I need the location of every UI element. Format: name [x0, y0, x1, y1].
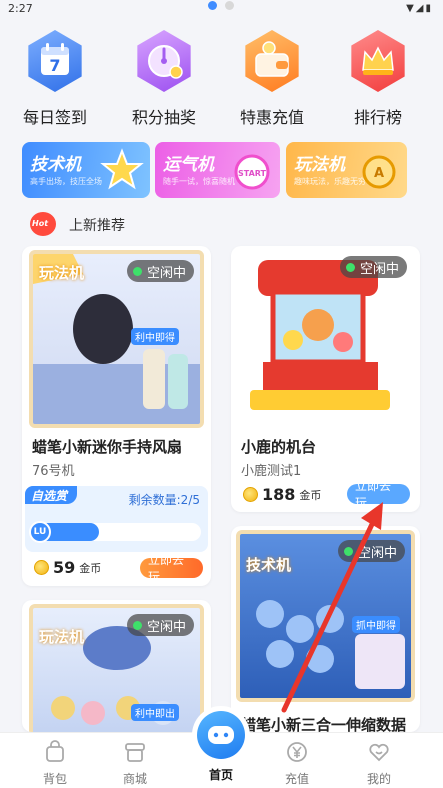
banner-title: 玩法机	[294, 155, 345, 175]
price-unit: 金币	[79, 561, 102, 575]
level-badge: LU	[29, 521, 51, 543]
tab-label: 我的	[366, 772, 391, 786]
status-text: 空闲中	[146, 619, 186, 635]
product-subtitle: 76号机	[32, 464, 75, 479]
status-dot	[132, 266, 142, 276]
banner-subtitle: 高手出场，技压全场	[30, 177, 102, 186]
banner-title: 运气机	[163, 155, 214, 175]
tab-label: 首页	[208, 768, 233, 782]
calendar-day: 7	[49, 56, 61, 75]
price-value: 59	[53, 558, 76, 577]
tab-recharge[interactable]: 充值	[257, 733, 337, 787]
progress-bar	[31, 523, 201, 541]
product-image: 玩法机 利中即出 空闲中	[29, 604, 204, 732]
quick-actions: 7 每日签到 积分抽奖 特惠充值 排行榜	[0, 28, 443, 132]
tab-label: 商城	[122, 772, 147, 786]
play-now-button[interactable]: 立即去玩	[347, 479, 410, 510]
quick-action-recharge[interactable]: 特惠充值	[222, 28, 322, 128]
quick-action-label: 每日签到	[22, 108, 87, 127]
crown-icon	[347, 30, 409, 92]
thumb-tag: 利中即得	[131, 328, 179, 345]
store-icon	[125, 743, 145, 762]
hot-badge-text: Hot	[32, 219, 49, 228]
medal-icon: A	[362, 155, 396, 189]
quick-action-checkin[interactable]: 7 每日签到	[5, 28, 105, 128]
status-dot	[132, 620, 142, 630]
product-image: 技术机 抓中即得 空闲中	[236, 530, 415, 702]
thumb-tag: 利中即出	[131, 704, 179, 721]
banner-play-machine[interactable]: 玩法机 趣味玩法，乐趣无穷 A	[286, 142, 407, 198]
product-image: 玩法机 利中即得 空闲中	[29, 250, 204, 428]
status-badge: 空闲中	[337, 540, 405, 562]
banner-subtitle: 随手一试，惊喜随机	[163, 177, 235, 186]
price-value: 188	[262, 485, 296, 504]
thumb-badge: 技术机	[246, 556, 292, 574]
quick-action-label: 积分抽奖	[131, 108, 196, 127]
quick-action-label: 排行榜	[353, 108, 402, 127]
play-now-button[interactable]: 立即去玩	[140, 553, 203, 584]
self-pick-panel: 自选赏 剩余数量:2/5 LU	[25, 486, 208, 552]
tab-profile[interactable]: 我的	[339, 733, 419, 787]
status-time: 2:27	[8, 2, 33, 15]
quick-action-ranking[interactable]: 排行榜	[328, 28, 428, 128]
price: 59 金币	[34, 558, 101, 577]
tab-label: 背包	[42, 772, 67, 786]
tab-bag[interactable]: 背包	[15, 733, 95, 787]
status-badge: 空闲中	[126, 260, 194, 282]
hot-badge: Hot	[28, 210, 58, 236]
status-icons: ▼◢▮	[406, 3, 433, 14]
home-button[interactable]	[192, 706, 250, 764]
calendar-icon: 7	[24, 30, 86, 92]
thumb-badge: 玩法机	[39, 628, 85, 646]
banner-skill-machine[interactable]: 技术机 高手出场，技压全场	[22, 142, 150, 198]
status-text: 空闲中	[359, 261, 399, 277]
section-title: 上新推荐	[69, 218, 125, 234]
product-subtitle: 小鹿测试1	[241, 464, 302, 479]
status-dot	[345, 262, 355, 272]
status-badge: 空闲中	[126, 614, 194, 636]
quick-action-lottery[interactable]: 积分抽奖	[114, 28, 214, 128]
status-text: 空闲中	[357, 545, 397, 561]
page-dot-active	[208, 1, 217, 10]
status-text: 空闲中	[146, 265, 186, 281]
product-card[interactable]: 空闲中 小鹿的机台 小鹿测试1 188 金币 立即去玩	[231, 246, 420, 512]
product-title: 蜡笔小新三合一伸缩数据	[241, 716, 407, 732]
status-dot	[343, 546, 353, 556]
status-badge: 空闲中	[339, 256, 407, 278]
page-dot	[225, 1, 234, 10]
heart-profile-icon	[369, 743, 389, 762]
alarm-clock-icon: START	[234, 154, 270, 190]
product-image: 空闲中	[238, 250, 413, 422]
banner-title: 技术机	[30, 155, 81, 175]
price-unit: 金币	[299, 488, 322, 502]
thumb-badge: 玩法机	[39, 264, 85, 282]
product-card[interactable]: 玩法机 利中即出 空闲中	[22, 600, 211, 732]
bag-icon	[46, 740, 64, 762]
banner-subtitle: 趣味玩法，乐趣无穷	[294, 177, 366, 186]
page-indicator	[208, 1, 234, 10]
banner-luck-machine[interactable]: 运气机 随手一试，惊喜随机 START	[155, 142, 280, 198]
product-title: 小鹿的机台	[241, 438, 317, 456]
lottery-icon	[133, 30, 195, 92]
thumb-tag: 抓中即得	[352, 616, 400, 633]
coin-icon	[243, 487, 258, 502]
product-card[interactable]: 技术机 抓中即得 空闲中 蜡笔小新三合一伸缩数据	[231, 526, 420, 732]
star-icon	[100, 148, 144, 190]
wallet-icon	[241, 30, 303, 92]
product-title: 蜡笔小新迷你手持风扇	[32, 438, 183, 456]
svg-text:START: START	[238, 169, 267, 178]
remaining-count: 剩余数量:2/5	[128, 493, 200, 507]
yen-icon	[287, 742, 307, 762]
tab-label: 充值	[284, 772, 309, 786]
game-controller-icon	[208, 726, 234, 744]
quick-action-label: 特惠充值	[239, 108, 304, 127]
svg-text:A: A	[374, 166, 384, 181]
self-pick-tag: 自选赏	[25, 486, 78, 504]
tab-store[interactable]: 商城	[95, 733, 175, 787]
coin-icon	[34, 560, 49, 575]
price: 188 金币	[243, 485, 321, 504]
